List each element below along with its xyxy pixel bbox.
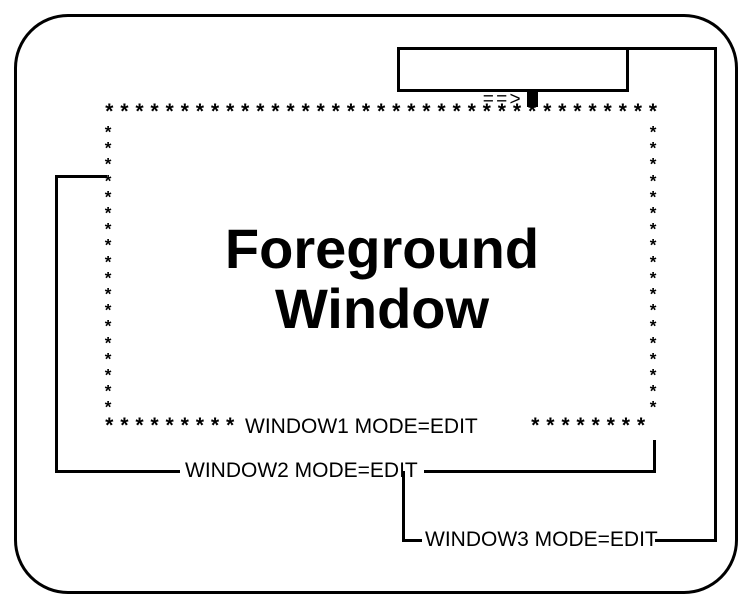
window2-border [55,470,180,473]
window3-border [655,539,717,542]
title-line2: Window [275,277,489,340]
window3-border [402,539,422,542]
window3-border [626,47,629,91]
window3-status: WINDOW3 MODE=EDIT [425,528,658,552]
window1-border-right: * * * * * * * * * * * * * * * * * * [648,127,658,419]
window2-border [424,470,656,473]
window3-border [397,47,400,89]
title-line1: Foreground [225,217,539,280]
window1-border-bottom-left: ********* [103,417,239,440]
window3-border [397,89,629,92]
window3-border [397,47,717,50]
window1-border-bottom-right: ******** [529,417,650,440]
window2-border [55,175,58,473]
window3-border [714,47,717,542]
window2-border [55,175,107,178]
foreground-window-title: Foreground Window [132,219,632,340]
terminal-screen: ==> ************************************… [14,14,738,594]
window2-border [653,440,656,473]
window1-status: WINDOW1 MODE=EDIT [245,415,478,439]
window1-border-top: ************************************* [103,103,662,126]
window2-status: WINDOW2 MODE=EDIT [185,459,418,483]
window1-border-left: * * * * * * * * * * * * * * * * * * [103,127,113,419]
